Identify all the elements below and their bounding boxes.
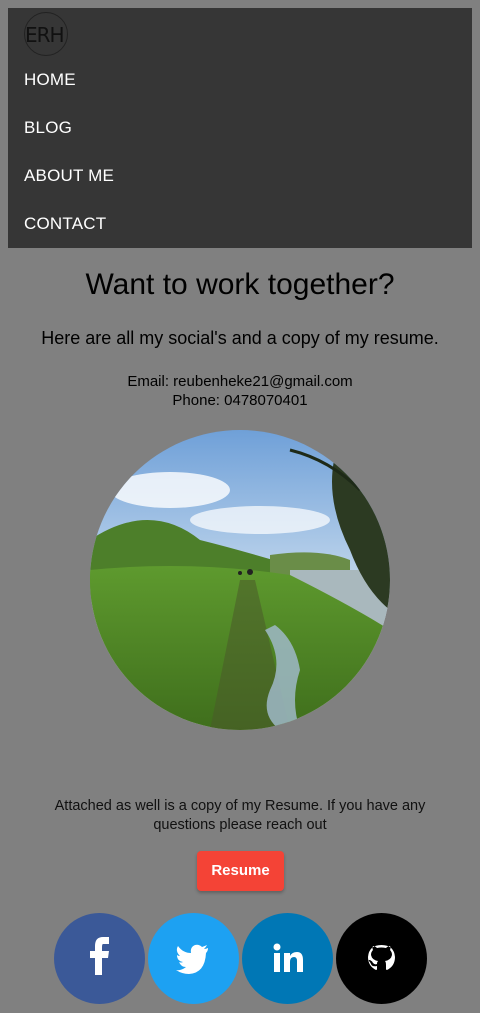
resume-note: Attached as well is a copy of my Resume.… [54, 798, 426, 833]
facebook-button[interactable] [54, 913, 145, 1004]
linkedin-button[interactable] [242, 913, 333, 1004]
nav-item-home[interactable]: HOME [24, 70, 76, 90]
logo-text: ERH [25, 23, 65, 47]
phone-line[interactable]: Phone: 0478070401 [0, 391, 480, 410]
nav-item-contact[interactable]: CONTACT [24, 214, 106, 234]
linkedin-icon [273, 943, 303, 972]
contact-details: Email: reubenheke21@gmail.com Phone: 047… [0, 372, 480, 410]
nav-item-about-me[interactable]: ABOUT ME [24, 166, 114, 186]
github-button[interactable] [336, 913, 427, 1004]
twitter-button[interactable] [148, 913, 239, 1004]
top-navigation: ERH HOME BLOG ABOUT ME CONTACT [8, 8, 472, 248]
site-logo[interactable]: ERH [24, 12, 76, 56]
page-subtitle: Here are all my social's and a copy of m… [41, 328, 439, 348]
twitter-icon [176, 944, 208, 974]
resume-button[interactable]: Resume [197, 851, 284, 891]
profile-landscape-photo [90, 430, 390, 730]
page-title: Want to work together? [85, 268, 395, 301]
github-icon [368, 945, 395, 970]
email-line[interactable]: Email: reubenheke21@gmail.com [0, 372, 480, 391]
facebook-icon [90, 937, 109, 975]
nav-item-blog[interactable]: BLOG [24, 118, 72, 138]
